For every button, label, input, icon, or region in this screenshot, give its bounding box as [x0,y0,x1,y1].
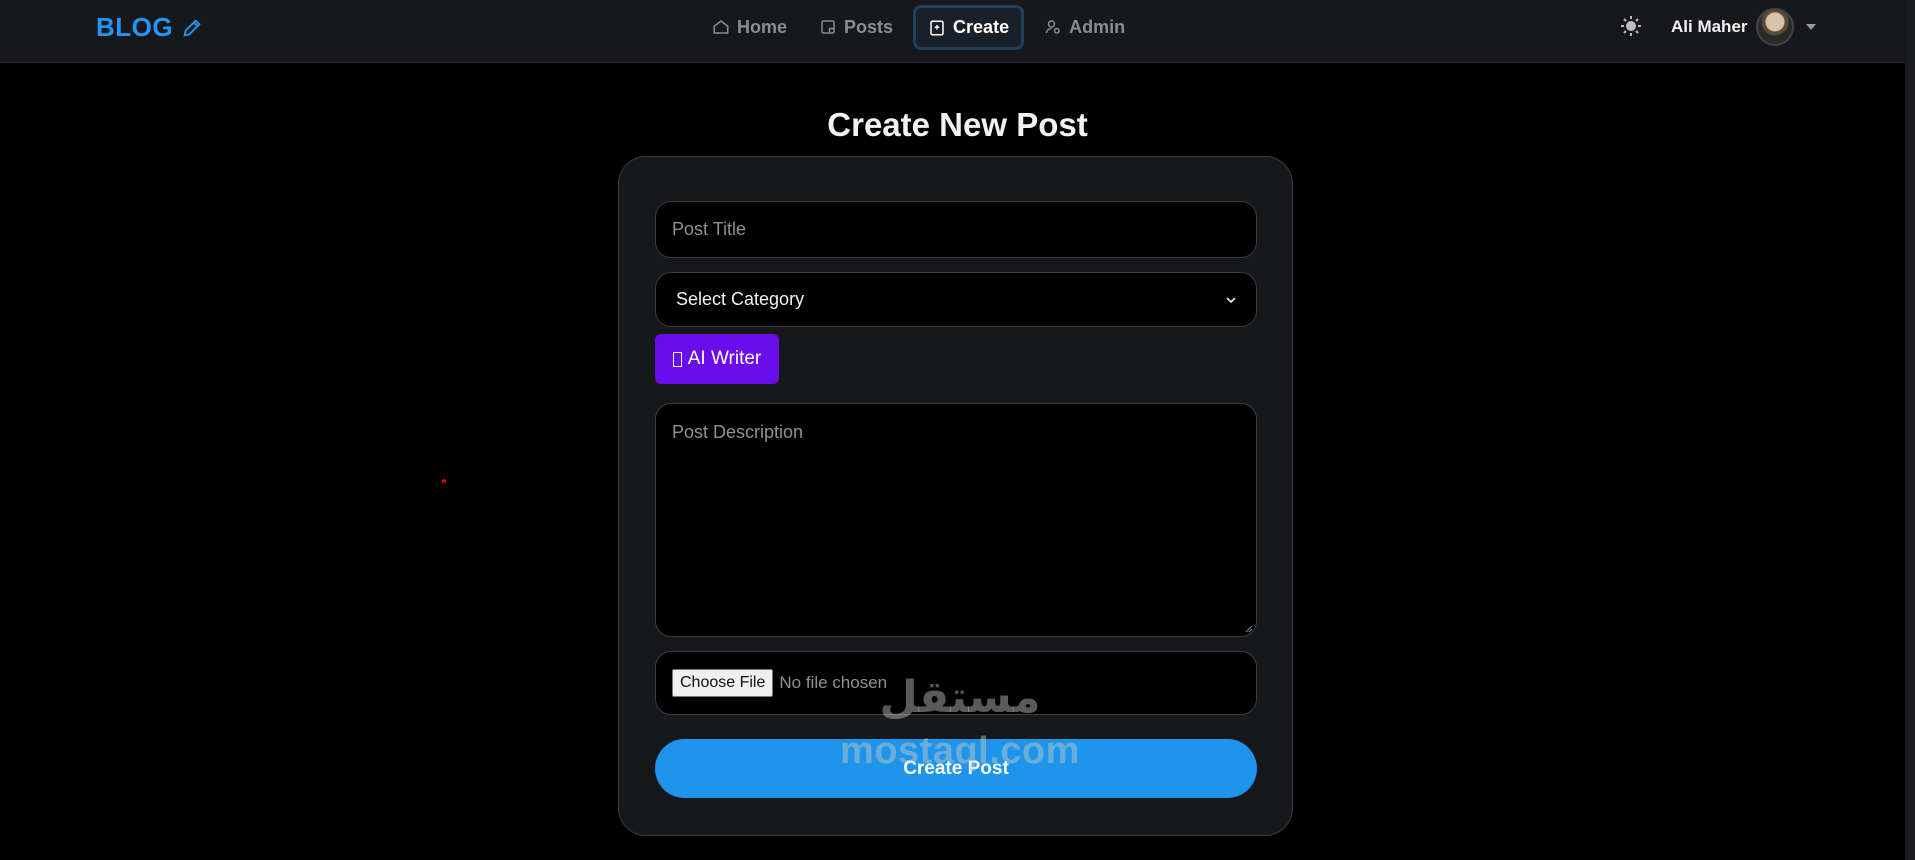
user-menu[interactable]: Ali Maher [1671,8,1816,46]
post-title-input[interactable]: Post Title [655,201,1257,258]
page-title: Create New Post [827,106,1088,143]
home-icon [713,20,729,34]
sun-icon[interactable] [1619,14,1643,38]
ai-writer-button[interactable]: AI Writer [655,334,779,384]
nav-create[interactable]: Create [913,5,1025,50]
post-description-textarea[interactable]: Post Description [655,403,1257,637]
pencil-icon [183,18,201,37]
resize-handle-icon[interactable] [1245,625,1253,633]
navbar: BLOG Home Posts Create Admin Ali Maher [0,0,1915,63]
scrollbar[interactable] [1905,0,1915,860]
watermark-latin: mostaql.com [840,730,1080,772]
watermark-arabic: مستقل [879,672,1041,723]
choose-file-button[interactable]: Choose File [672,669,774,697]
nav-home[interactable]: Home [700,9,799,45]
create-icon [930,20,944,35]
cursor-dot [442,479,446,483]
brand-label: BLOG [96,12,174,42]
category-select[interactable]: Select Category [655,272,1257,327]
post-title-placeholder: Post Title [672,219,747,239]
posts-icon [821,20,835,34]
nav-posts-label: Posts [844,16,894,37]
nav-links: Home Posts Create Admin [700,5,1137,50]
nav-admin-label: Admin [1069,16,1126,37]
brand-logo[interactable]: BLOG [96,12,203,43]
avatar [1755,8,1794,46]
nav-posts[interactable]: Posts [807,9,905,45]
nav-create-label: Create [953,17,1010,37]
chevron-down-icon [1805,24,1816,30]
nav-admin[interactable]: Admin [1032,9,1137,45]
chevron-down-icon [1226,296,1236,303]
nav-home-label: Home [737,16,788,37]
admin-icon [1045,20,1060,34]
category-selected: Select Category [676,289,805,309]
ai-writer-label: AI Writer [687,348,762,369]
ai-icon [672,351,682,367]
post-description-placeholder: Post Description [672,422,804,442]
watermark: مستقل mostaql.com [820,672,1100,773]
user-name: Ali Maher [1671,17,1748,36]
